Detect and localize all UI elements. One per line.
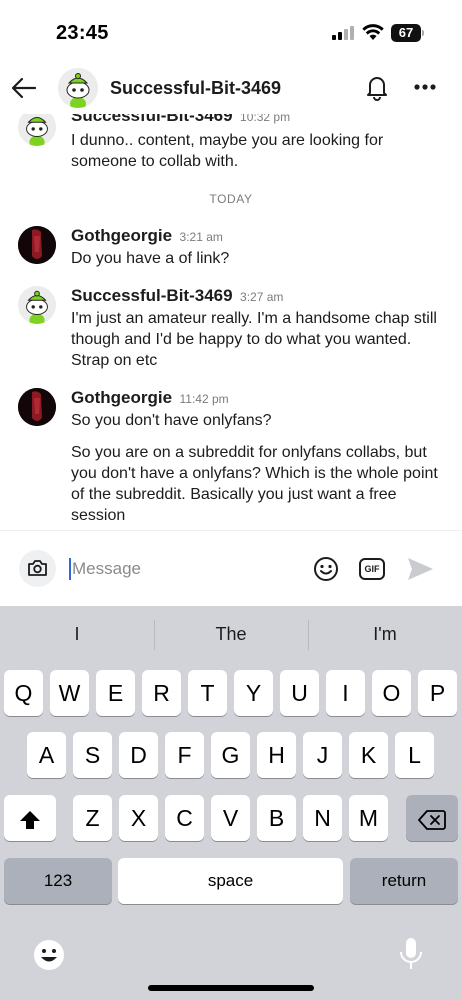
back-arrow-icon[interactable] (10, 74, 38, 102)
shift-icon (20, 810, 40, 829)
message-text: I'm just an amateur really. I'm a handso… (71, 310, 437, 369)
key-e[interactable]: E (96, 670, 135, 716)
battery-icon: 67 (391, 24, 425, 42)
key-u[interactable]: U (280, 670, 319, 716)
key-l[interactable]: L (395, 732, 434, 778)
header-avatar[interactable] (58, 68, 98, 108)
sender-name[interactable]: Gothgeorgie (71, 388, 172, 407)
keyboard-suggestions: I The I'm (0, 606, 462, 664)
message-time: 10:32 pm (240, 114, 291, 124)
key-d[interactable]: D (119, 732, 158, 778)
key-i[interactable]: I (326, 670, 365, 716)
key-b[interactable]: B (257, 795, 296, 841)
sender-name[interactable]: Gothgeorgie (71, 226, 172, 245)
backspace-icon (418, 810, 446, 830)
message-list[interactable]: Successful-Bit-3469 10:32 pm I dunno.. c… (0, 114, 462, 530)
on-screen-keyboard: I The I'm Q W E R T Y U I O P A S D F G … (0, 606, 462, 1000)
suggestion-1[interactable]: I (0, 624, 154, 645)
chat-header: Successful-Bit-3469 (0, 62, 462, 114)
status-time: 23:45 (56, 22, 109, 44)
cellular-signal-icon (332, 26, 354, 40)
gif-button[interactable]: GIF (359, 558, 385, 580)
send-icon[interactable] (405, 555, 435, 583)
battery-level: 67 (398, 25, 414, 40)
shift-key[interactable] (4, 795, 56, 841)
camera-icon (28, 560, 47, 576)
backspace-key[interactable] (406, 795, 458, 841)
key-j[interactable]: J (303, 732, 342, 778)
snoo-avatar-icon (58, 68, 98, 108)
key-t[interactable]: T (188, 670, 227, 716)
microphone-icon[interactable] (398, 936, 424, 972)
home-indicator (148, 985, 314, 991)
sender-name[interactable]: Successful-Bit-3469 (71, 286, 233, 305)
space-key[interactable]: space (118, 858, 343, 904)
message-text: Do you have a of link? (71, 250, 230, 267)
sender-avatar[interactable] (18, 114, 56, 146)
sender-avatar[interactable] (18, 286, 56, 324)
bell-icon[interactable] (362, 72, 392, 102)
emoji-icon[interactable] (32, 938, 66, 972)
text-caret (69, 558, 71, 580)
key-g[interactable]: G (211, 732, 250, 778)
wifi-icon (362, 24, 384, 40)
key-r[interactable]: R (142, 670, 181, 716)
key-f[interactable]: F (165, 732, 204, 778)
suggestion-3[interactable]: I'm (308, 624, 462, 645)
message-input[interactable] (72, 553, 292, 585)
date-divider: TODAY (209, 192, 253, 206)
message-time: 11:42 pm (179, 392, 229, 406)
key-m[interactable]: M (349, 795, 388, 841)
key-a[interactable]: A (27, 732, 66, 778)
chat-title[interactable]: Successful-Bit-3469 (110, 78, 281, 99)
key-o[interactable]: O (372, 670, 411, 716)
key-h[interactable]: H (257, 732, 296, 778)
photo-avatar-icon (18, 388, 56, 426)
message-composer: GIF (0, 530, 462, 606)
more-horizontal-icon[interactable] (410, 72, 440, 102)
camera-button[interactable] (19, 550, 56, 587)
key-v[interactable]: V (211, 795, 250, 841)
key-p[interactable]: P (418, 670, 457, 716)
key-n[interactable]: N (303, 795, 342, 841)
key-q[interactable]: Q (4, 670, 43, 716)
snoo-avatar-icon (18, 114, 56, 146)
status-bar: 23:45 67 (0, 0, 462, 62)
numbers-key[interactable]: 123 (4, 858, 112, 904)
sender-avatar[interactable] (18, 388, 56, 426)
key-c[interactable]: C (165, 795, 204, 841)
message-time: 3:21 am (179, 230, 223, 244)
key-z[interactable]: Z (73, 795, 112, 841)
key-w[interactable]: W (50, 670, 89, 716)
suggestion-2[interactable]: The (154, 624, 308, 645)
key-y[interactable]: Y (234, 670, 273, 716)
return-key[interactable]: return (350, 858, 458, 904)
sender-name[interactable]: Successful-Bit-3469 (71, 114, 233, 125)
emoji-icon[interactable] (312, 555, 340, 583)
message-text: So you are on a subreddit for onlyfans c… (71, 444, 438, 524)
snoo-avatar-icon (18, 286, 56, 324)
photo-avatar-icon (18, 226, 56, 264)
key-k[interactable]: K (349, 732, 388, 778)
message-text: I dunno.. content, maybe you are looking… (71, 132, 384, 170)
key-x[interactable]: X (119, 795, 158, 841)
message-time: 3:27 am (240, 290, 284, 304)
key-s[interactable]: S (73, 732, 112, 778)
sender-avatar[interactable] (18, 226, 56, 264)
message-text: So you don't have onlyfans? (71, 412, 272, 429)
